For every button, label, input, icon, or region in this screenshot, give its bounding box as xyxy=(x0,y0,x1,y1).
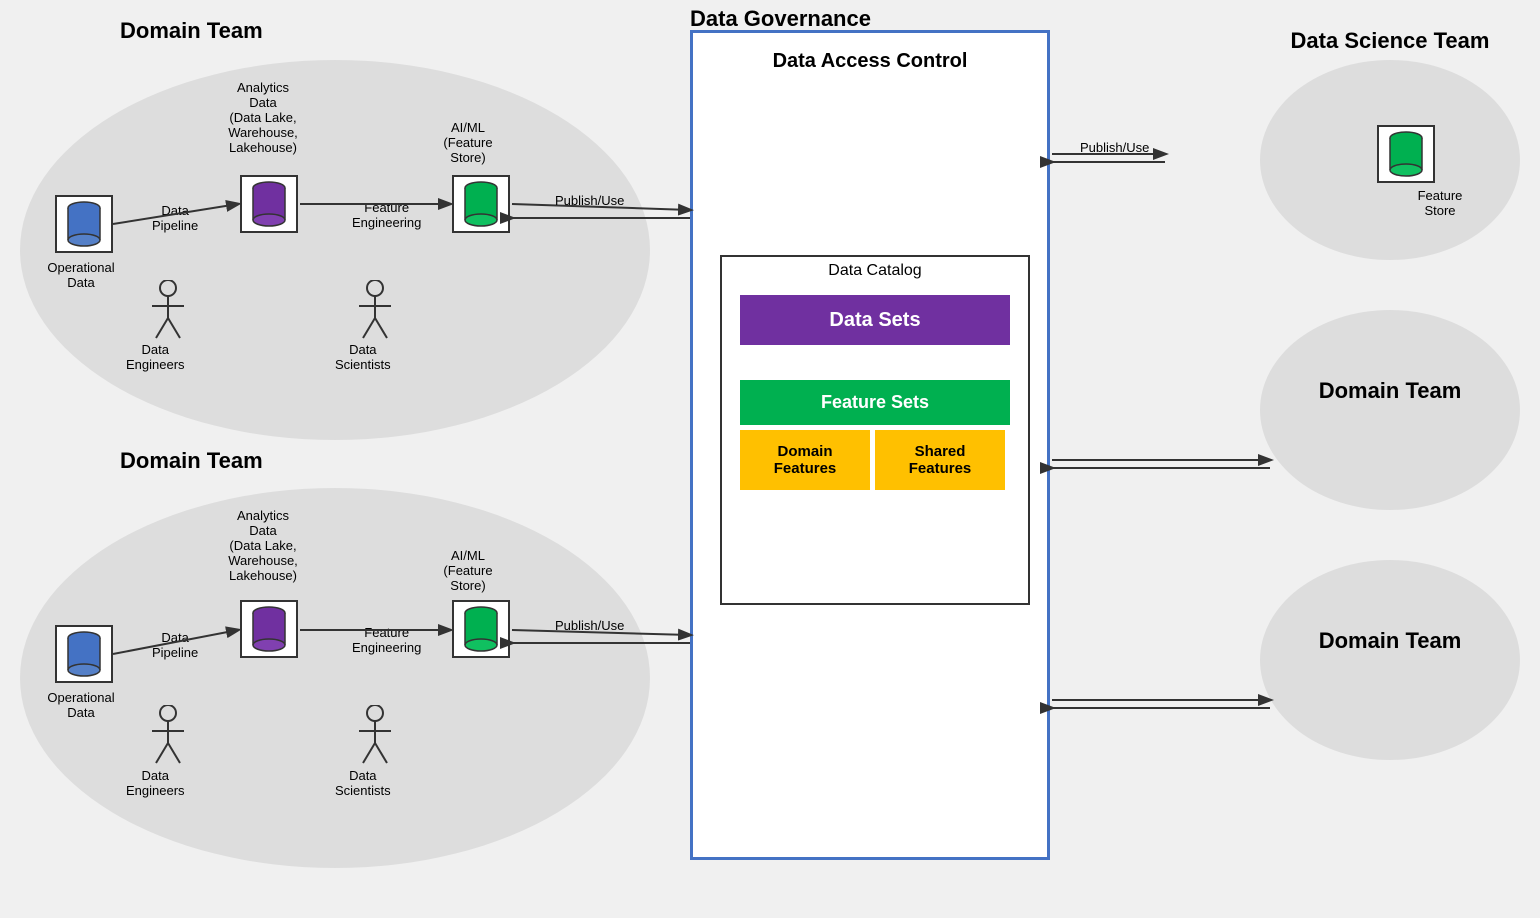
shared-features-box: Shared Features xyxy=(875,430,1005,490)
data-engineers-bot-person xyxy=(148,705,188,770)
domain-team-right-bot-ellipse xyxy=(1260,560,1520,760)
data-scientists-bot-label: DataScientists xyxy=(335,768,391,798)
feature-engineering-top-label: FeatureEngineering xyxy=(352,200,421,230)
domain-team-bottom-ellipse xyxy=(20,488,650,868)
domain-features-box: Domain Features xyxy=(740,430,870,490)
access-control-title: Data Access Control xyxy=(700,50,1040,73)
data-scientists-top-label: DataScientists xyxy=(335,342,391,372)
feature-engineering-bot-label: FeatureEngineering xyxy=(352,625,421,655)
domain-team-right-mid-ellipse xyxy=(1260,310,1520,510)
operational-data-top-label: OperationalData xyxy=(36,260,126,290)
catalog-title: Data Catalog xyxy=(720,262,1030,280)
feature-sets-bar: Feature Sets xyxy=(740,380,1010,425)
data-science-team-title: Data Science Team xyxy=(1260,28,1520,54)
data-pipeline-bot-label: DataPipeline xyxy=(152,630,198,660)
domain-team-right-bot-title: Domain Team xyxy=(1260,628,1520,654)
operational-data-bot-icon xyxy=(55,625,113,683)
data-engineers-top-person xyxy=(148,280,188,345)
domain-team-top-title: Domain Team xyxy=(120,18,263,44)
analytics-data-bot-icon xyxy=(240,600,298,658)
aiml-top-icon xyxy=(452,175,510,233)
domain-team-bottom-title: Domain Team xyxy=(120,448,263,474)
publish-use-bot-label: Publish/Use xyxy=(555,618,624,633)
data-engineers-bot-label: DataEngineers xyxy=(126,768,185,798)
diagram-container: Domain Team Domain Team Data Governance … xyxy=(0,0,1540,918)
aiml-bot-label: AI/ML(FeatureStore) xyxy=(418,548,518,593)
feature-store-right-label: FeatureStore xyxy=(1400,188,1480,218)
data-governance-title: Data Governance xyxy=(690,6,871,32)
operational-data-bot-label: OperationalData xyxy=(36,690,126,720)
analytics-data-bot-label: AnalyticsData(Data Lake,Warehouse,Lakeho… xyxy=(198,508,328,583)
data-pipeline-top-label: DataPipeline xyxy=(152,203,198,233)
data-scientists-top-person xyxy=(355,280,395,345)
publish-use-right-label: Publish/Use xyxy=(1080,140,1149,155)
domain-team-right-mid-title: Domain Team xyxy=(1260,378,1520,404)
datasets-bar: Data Sets xyxy=(740,295,1010,345)
aiml-top-label: AI/ML(FeatureStore) xyxy=(418,120,518,165)
aiml-bot-icon xyxy=(452,600,510,658)
publish-use-top-label: Publish/Use xyxy=(555,193,624,208)
data-scientists-bot-person xyxy=(355,705,395,770)
analytics-data-top-label: AnalyticsData(Data Lake,Warehouse,Lakeho… xyxy=(198,80,328,155)
domain-team-top-ellipse xyxy=(20,60,650,440)
feature-store-right-icon xyxy=(1377,125,1435,183)
operational-data-top-icon xyxy=(55,195,113,253)
analytics-data-top-icon xyxy=(240,175,298,233)
data-engineers-top-label: DataEngineers xyxy=(126,342,185,372)
